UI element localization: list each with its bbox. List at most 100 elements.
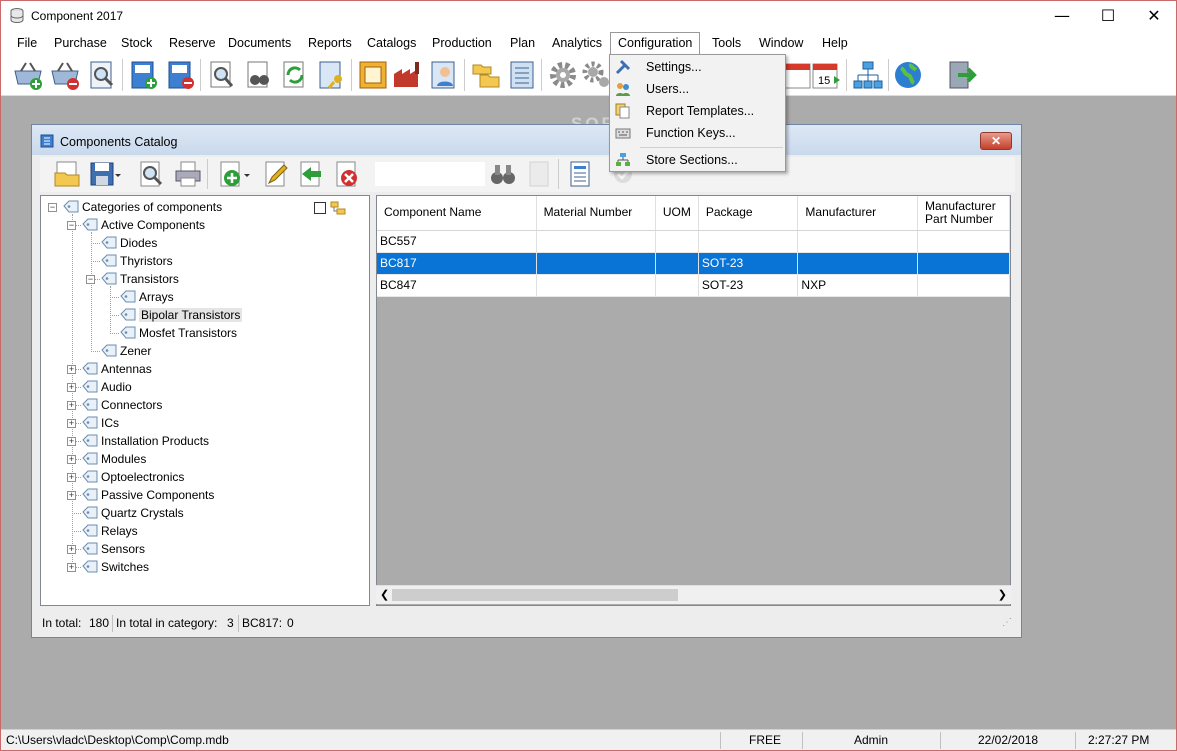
minimize-button[interactable]: — — [1039, 1, 1085, 31]
worker-book-icon[interactable] — [428, 59, 460, 91]
column-header-manufacturer-part-number[interactable]: Manufacturer Part Number — [917, 196, 1010, 231]
tree-node-modules[interactable]: Modules — [82, 450, 146, 468]
tree-node-installation-products[interactable]: Installation Products — [82, 432, 209, 450]
scroll-thumb[interactable] — [392, 589, 678, 601]
frame-icon[interactable] — [357, 59, 389, 91]
table-cell[interactable] — [536, 230, 656, 253]
gear-icon[interactable] — [547, 59, 579, 91]
tree-node-antennas[interactable]: Antennas — [82, 360, 152, 378]
menu-purchase[interactable]: Purchase — [47, 32, 114, 54]
scroll-left-icon[interactable]: ❮ — [380, 588, 389, 601]
menu-analytics[interactable]: Analytics — [545, 32, 609, 54]
tree-node-mosfet-transistors[interactable]: Mosfet Transistors — [120, 324, 237, 342]
column-header-uom[interactable]: UOM — [655, 196, 699, 231]
tree-node-optoelectronics[interactable]: Optoelectronics — [82, 468, 184, 486]
find-binoculars-icon[interactable] — [488, 159, 518, 189]
table-row[interactable]: BC847 SOT-23 NXP — [377, 274, 1010, 297]
expand-toggle[interactable]: + — [67, 491, 76, 500]
menu-item-users[interactable]: Users... — [610, 78, 785, 100]
expand-toggle[interactable]: + — [67, 455, 76, 464]
scroll-right-icon[interactable]: ❯ — [998, 588, 1007, 601]
back-arrow-icon[interactable] — [296, 159, 326, 189]
tree-node-audio[interactable]: Audio — [82, 378, 132, 396]
key-book-icon[interactable] — [316, 59, 348, 91]
menu-item-store-sections[interactable]: Store Sections... — [610, 149, 785, 171]
expand-toggle[interactable]: + — [67, 419, 76, 428]
tree-node-zener[interactable]: Zener — [101, 342, 151, 360]
table-cell[interactable] — [536, 252, 656, 275]
calendar-15-icon[interactable]: 15 — [810, 59, 842, 91]
expand-toggle[interactable]: + — [67, 401, 76, 410]
column-header-manufacturer[interactable]: Manufacturer — [797, 196, 919, 231]
menu-production[interactable]: Production — [425, 32, 499, 54]
table-row[interactable]: BC557 — [377, 230, 1010, 253]
tree-node-switches[interactable]: Switches — [82, 558, 149, 576]
collapse-toggle[interactable]: − — [48, 203, 57, 212]
globe-icon[interactable] — [893, 59, 925, 91]
basket-remove-icon[interactable] — [49, 59, 81, 91]
table-cell[interactable] — [536, 274, 656, 297]
menu-reserve[interactable]: Reserve — [162, 32, 223, 54]
menu-tools[interactable]: Tools — [705, 32, 748, 54]
folder-tree-icon[interactable] — [330, 200, 346, 216]
tree-node-active-components[interactable]: Active Components — [82, 216, 205, 234]
menu-help[interactable]: Help — [815, 32, 855, 54]
basket-search-icon[interactable] — [86, 59, 118, 91]
expand-toggle[interactable]: + — [67, 383, 76, 392]
page-search-icon[interactable] — [206, 59, 238, 91]
notebook-icon[interactable] — [506, 59, 538, 91]
expand-toggle[interactable]: + — [67, 563, 76, 572]
menu-documents[interactable]: Documents — [221, 32, 298, 54]
search-input[interactable] — [374, 161, 486, 187]
tree-node-connectors[interactable]: Connectors — [82, 396, 162, 414]
basket-add-icon[interactable] — [12, 59, 44, 91]
open-folder-icon[interactable] — [52, 159, 82, 189]
binoculars-icon[interactable] — [243, 59, 275, 91]
exit-icon[interactable] — [946, 59, 978, 91]
edit-icon[interactable] — [261, 159, 291, 189]
table-row[interactable]: BC817 SOT-23 — [377, 252, 1010, 275]
tree-node-sensors[interactable]: Sensors — [82, 540, 145, 558]
tree-node-relays[interactable]: Relays — [82, 522, 138, 540]
menu-window[interactable]: Window — [752, 32, 810, 54]
doc-remove-icon[interactable] — [165, 59, 197, 91]
folders-icon[interactable] — [470, 59, 502, 91]
collapse-toggle[interactable]: − — [67, 221, 76, 230]
expand-toggle[interactable]: + — [67, 473, 76, 482]
horizontal-scrollbar[interactable]: ❮ ❯ — [376, 585, 1011, 604]
preview-icon[interactable] — [136, 159, 166, 189]
tree-node-arrays[interactable]: Arrays — [120, 288, 174, 306]
table-cell[interactable] — [655, 230, 699, 253]
print-icon[interactable] — [173, 159, 203, 189]
table-cell[interactable] — [917, 230, 1010, 253]
table-cell[interactable] — [797, 252, 919, 275]
close-button[interactable]: ✕ — [1131, 1, 1176, 31]
menu-item-settings[interactable]: Settings... — [610, 56, 785, 78]
show-subcategories-checkbox[interactable] — [314, 202, 326, 214]
menu-stock[interactable]: Stock — [114, 32, 159, 54]
menu-catalogs[interactable]: Catalogs — [360, 32, 423, 54]
factory-icon[interactable] — [392, 59, 424, 91]
menu-item-report-templates[interactable]: Report Templates... — [610, 100, 785, 122]
table-cell[interactable]: NXP — [797, 274, 919, 297]
tree-root[interactable]: Categories of components — [63, 198, 222, 216]
expand-toggle[interactable]: + — [67, 437, 76, 446]
table-cell[interactable] — [655, 252, 699, 275]
refresh-icon[interactable] — [279, 59, 311, 91]
column-header-component-name[interactable]: Component Name — [377, 196, 537, 231]
org-chart-icon[interactable] — [852, 59, 884, 91]
column-header-material-number[interactable]: Material Number — [536, 196, 656, 231]
table-cell[interactable]: BC557 — [377, 230, 537, 253]
columns-icon[interactable] — [565, 159, 595, 189]
table-cell[interactable] — [917, 274, 1010, 297]
tree-node-thyristors[interactable]: Thyristors — [101, 252, 173, 270]
tree-node-bipolar-transistors[interactable]: Bipolar Transistors — [120, 306, 243, 324]
maximize-button[interactable]: ☐ — [1085, 1, 1131, 31]
doc-add-icon[interactable] — [128, 59, 160, 91]
table-cell[interactable] — [917, 252, 1010, 275]
tree-node-transistors[interactable]: Transistors — [101, 270, 179, 288]
delete-icon[interactable] — [332, 159, 362, 189]
table-cell[interactable] — [655, 274, 699, 297]
save-dropdown-icon[interactable] — [113, 159, 123, 189]
add-dropdown-icon[interactable] — [242, 159, 252, 189]
